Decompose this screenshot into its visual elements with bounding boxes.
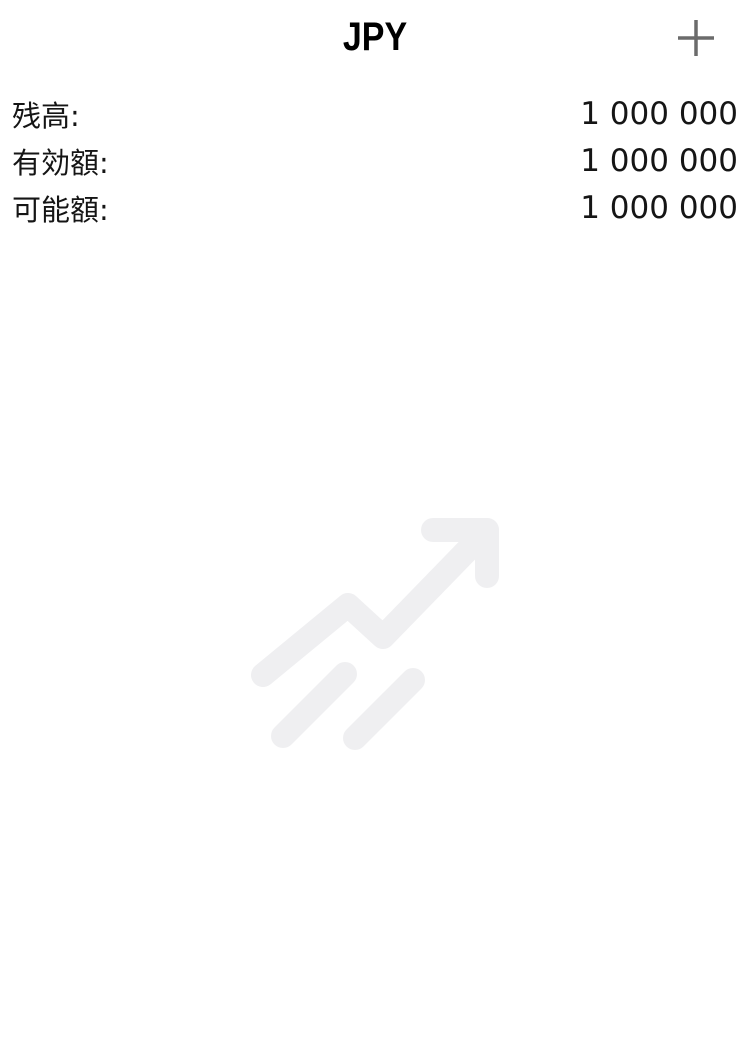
balance-row-yukogaku: 有効額: 1 000 000 [12,137,738,184]
balance-value: 1 000 000 [580,95,738,132]
trend-up-icon [251,518,499,750]
balance-label: 残高: [12,98,80,133]
balance-row-zandaka: 残高: 1 000 000 [12,90,738,137]
plus-icon[interactable] [672,14,720,62]
effective-label: 有効額: [12,145,109,180]
available-label: 可能額: [12,192,109,227]
header: JPY [0,0,750,76]
effective-value: 1 000 000 [580,142,738,179]
available-value: 1 000 000 [580,189,738,226]
balance-list: 残高: 1 000 000 有効額: 1 000 000 可能額: 1 000 … [12,90,738,231]
page-title: JPY [342,15,408,59]
balance-row-kanogaku: 可能額: 1 000 000 [12,184,738,231]
